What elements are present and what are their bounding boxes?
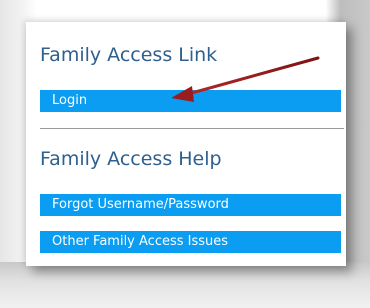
login-button[interactable]: Login <box>40 90 341 112</box>
family-access-panel: Family Access Link Login Family Access H… <box>26 22 346 266</box>
family-access-help-heading: Family Access Help <box>40 148 222 170</box>
family-access-link-heading: Family Access Link <box>40 44 218 66</box>
drop-shadow <box>0 262 370 308</box>
section-divider <box>40 128 344 129</box>
forgot-username-password-button[interactable]: Forgot Username/Password <box>40 194 341 216</box>
other-family-access-issues-button[interactable]: Other Family Access Issues <box>40 231 341 253</box>
